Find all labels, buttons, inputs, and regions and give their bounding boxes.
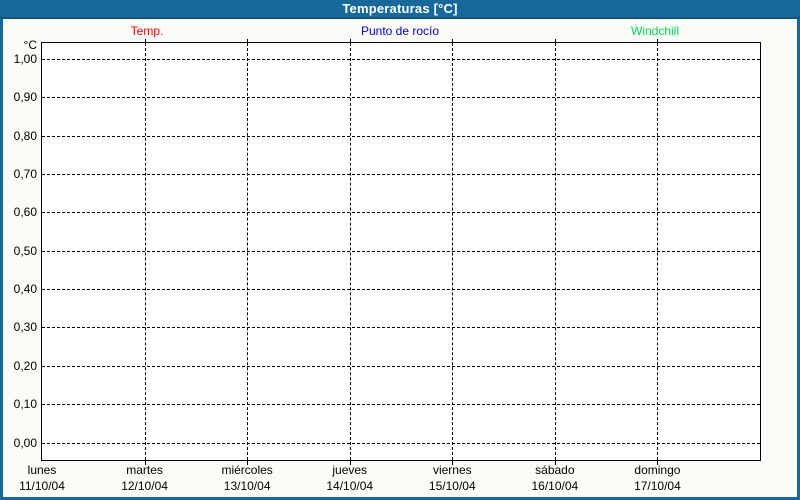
- h-gridline: [42, 212, 760, 214]
- x-date-label: 17/10/04: [634, 479, 681, 493]
- x-date-label: 11/10/04: [19, 479, 65, 493]
- h-gridline: [42, 174, 760, 176]
- h-gridline: [42, 135, 760, 137]
- day-boundary-tick-bottom: [145, 461, 146, 465]
- day-boundary-tick-top: [350, 39, 351, 42]
- legend-item-2: Punto de rocío: [360, 24, 440, 38]
- chart-title-bar: Temperaturas [°C]: [0, 0, 800, 19]
- x-day-label: miércoles: [221, 463, 273, 477]
- y-tick-label: 0,80: [13, 128, 37, 143]
- day-boundary-tick-bottom: [555, 461, 556, 465]
- v-gridline: [350, 43, 351, 460]
- h-gridline: [42, 97, 760, 99]
- y-tick-label: 0,40: [13, 282, 37, 297]
- v-gridline: [452, 43, 453, 460]
- y-tick-label: 0,50: [13, 243, 37, 258]
- legend-item-1: Temp.: [130, 24, 164, 38]
- h-gridline: [42, 327, 760, 329]
- day-boundary-tick-top: [145, 39, 146, 42]
- chart-title: Temperaturas [°C]: [342, 1, 458, 16]
- x-day-label: viernes: [432, 463, 472, 477]
- day-boundary-tick-bottom: [657, 461, 658, 465]
- day-boundary-tick-bottom: [452, 461, 453, 465]
- x-day-label: lunes: [27, 463, 57, 477]
- x-date-label: 15/10/04: [428, 479, 476, 493]
- y-tick-label: 0,60: [13, 205, 37, 220]
- y-axis-unit: °C: [23, 38, 37, 52]
- v-gridline: [145, 43, 146, 460]
- v-gridline: [247, 43, 248, 460]
- x-date-label: 13/10/04: [223, 479, 271, 493]
- day-boundary-tick-top: [452, 39, 453, 42]
- v-gridline: [657, 43, 658, 460]
- day-boundary-tick-bottom: [247, 461, 248, 465]
- day-boundary-tick-top: [555, 39, 556, 42]
- y-tick-label: 0,90: [13, 90, 37, 105]
- legend-item-3: Windchill: [630, 24, 680, 38]
- h-gridline: [42, 250, 760, 252]
- y-tick-label: 0,70: [13, 167, 37, 182]
- day-boundary-tick-bottom: [350, 461, 351, 465]
- weather-chart-window: Temperaturas [°C] Temp. Punto de rocío Win…: [0, 0, 800, 500]
- h-gridline: [42, 442, 760, 444]
- day-boundary-tick-top: [247, 39, 248, 42]
- y-tick-label: 0,20: [13, 358, 37, 373]
- x-date-label: 16/10/04: [531, 479, 579, 493]
- x-day-label: sábado: [535, 463, 575, 477]
- v-gridline: [555, 43, 556, 460]
- y-tick-label: 1,00: [13, 52, 37, 66]
- day-boundary-tick-top: [657, 39, 658, 42]
- h-gridline: [42, 289, 760, 291]
- x-day-label: domingo: [634, 463, 681, 477]
- y-tick-label: 0,10: [13, 397, 37, 412]
- y-tick-label: 0,00: [13, 435, 37, 450]
- plot-area: [41, 42, 761, 461]
- x-day-label: jueves: [332, 463, 368, 477]
- h-gridline: [42, 404, 760, 406]
- x-date-label: 12/10/04: [121, 479, 168, 493]
- x-date-label: 14/10/04: [326, 479, 374, 493]
- y-tick-label: 0,30: [13, 320, 37, 335]
- x-day-label: martes: [126, 463, 163, 477]
- h-gridline: [42, 59, 760, 60]
- h-gridline: [42, 365, 760, 367]
